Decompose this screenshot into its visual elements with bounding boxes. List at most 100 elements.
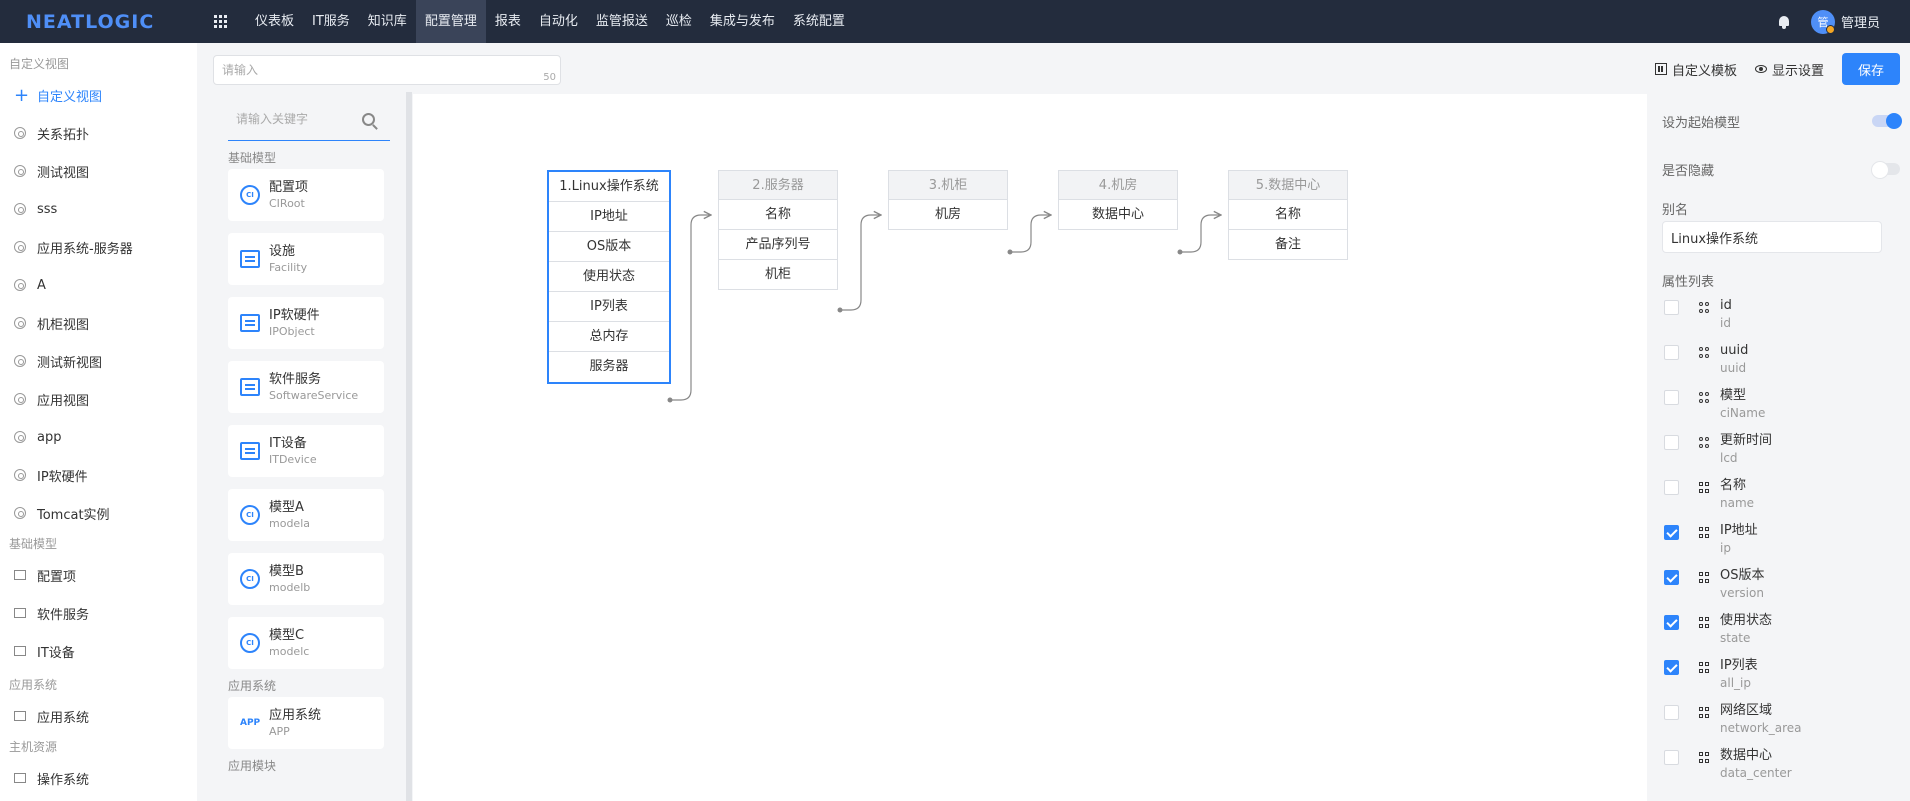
node-attribute[interactable]: 服务器 bbox=[549, 352, 669, 382]
user-name[interactable]: 管理员 bbox=[1841, 12, 1880, 31]
view-name-field[interactable]: 50 bbox=[213, 55, 561, 85]
save-button[interactable]: 保存 bbox=[1842, 53, 1900, 85]
attribute-checkbox[interactable] bbox=[1664, 480, 1679, 495]
node-attribute[interactable]: 机房 bbox=[888, 200, 1008, 230]
sidebar-item[interactable]: 软件服务 bbox=[0, 594, 197, 632]
nav-item[interactable]: 巡检 bbox=[657, 0, 701, 43]
ci-node[interactable]: 2.服务器 名称 产品序列号 机柜 bbox=[718, 170, 838, 290]
attribute-item[interactable]: OS版本 version bbox=[1647, 567, 1910, 612]
attribute-item[interactable]: 更新时间 lcd bbox=[1647, 432, 1910, 477]
attribute-checkbox[interactable] bbox=[1664, 660, 1679, 675]
attribute-checkbox[interactable] bbox=[1664, 345, 1679, 360]
nav-item[interactable]: 自动化 bbox=[530, 0, 587, 43]
attribute-item[interactable]: 使用状态 state bbox=[1647, 612, 1910, 657]
node-attribute[interactable]: 总内存 bbox=[549, 322, 669, 352]
sidebar: 自定义视图 + 自定义视图 关系拓扑 测试视图 sss 应用系统-服务器 A 机柜视图 测试… bbox=[0, 43, 197, 801]
attribute-checkbox[interactable] bbox=[1664, 750, 1679, 765]
start-model-toggle[interactable] bbox=[1872, 113, 1902, 129]
attribute-checkbox[interactable] bbox=[1664, 435, 1679, 450]
ci-node[interactable]: 3.机柜 机房 bbox=[888, 170, 1008, 230]
model-card[interactable]: CI 模型A modela bbox=[228, 489, 384, 541]
attribute-code: all_ip bbox=[1720, 676, 1751, 690]
model-card[interactable]: CI 模型C modelc bbox=[228, 617, 384, 669]
attribute-checkbox[interactable] bbox=[1664, 615, 1679, 630]
sidebar-item[interactable]: 应用系统 bbox=[0, 697, 197, 735]
node-attribute[interactable]: IP列表 bbox=[549, 292, 669, 322]
node-attribute[interactable]: 备注 bbox=[1228, 230, 1348, 260]
ci-node[interactable]: 5.数据中心 名称 备注 bbox=[1228, 170, 1348, 260]
model-card[interactable]: IT设备 ITDevice bbox=[228, 425, 384, 477]
model-card[interactable]: 设施 Facility bbox=[228, 233, 384, 285]
node-attribute[interactable]: IP地址 bbox=[549, 202, 669, 232]
attribute-item[interactable]: 模型 ciName bbox=[1647, 387, 1910, 432]
sidebar-item[interactable]: 测试新视图 bbox=[0, 342, 197, 380]
nav-item[interactable]: 配置管理 bbox=[415, 0, 486, 43]
attribute-checkbox[interactable] bbox=[1664, 705, 1679, 720]
attribute-item[interactable]: 网络区域 network_area bbox=[1647, 702, 1910, 747]
app-logo[interactable]: NEATLOGIC bbox=[0, 11, 200, 33]
topology-canvas[interactable]: 1.Linux操作系统 IP地址 OS版本 使用状态 IP列表 总内存 服务器 2.服务器 名称… bbox=[413, 94, 1647, 801]
node-attribute[interactable]: 名称 bbox=[718, 200, 838, 230]
search-icon[interactable] bbox=[362, 112, 375, 126]
attribute-item[interactable]: uuid uuid bbox=[1647, 342, 1910, 387]
sidebar-item[interactable]: IT设备 bbox=[0, 632, 197, 670]
model-code: modelc bbox=[269, 644, 310, 658]
ci-node[interactable]: 1.Linux操作系统 IP地址 OS版本 使用状态 IP列表 总内存 服务器 bbox=[547, 170, 671, 384]
attribute-item[interactable]: 数据中心 data_center bbox=[1647, 747, 1910, 792]
nav-item[interactable]: 知识库 bbox=[359, 0, 416, 43]
node-attribute[interactable]: 产品序列号 bbox=[718, 230, 838, 260]
model-search-input[interactable] bbox=[228, 112, 358, 126]
nav-item[interactable]: 监管报送 bbox=[587, 0, 657, 43]
model-code: modela bbox=[269, 516, 310, 530]
alias-input[interactable]: Linux操作系统 bbox=[1662, 221, 1882, 253]
sidebar-item[interactable]: 配置项 bbox=[0, 556, 197, 594]
sidebar-item[interactable]: 关系拓扑 bbox=[0, 114, 197, 152]
model-card[interactable]: CI 模型B modelb bbox=[228, 553, 384, 605]
bell-icon[interactable] bbox=[1777, 15, 1791, 29]
nav-item[interactable]: IT服务 bbox=[303, 0, 359, 43]
model-card[interactable]: CI 配置项 CIRoot bbox=[228, 169, 384, 221]
attribute-item[interactable]: 名称 name bbox=[1647, 477, 1910, 522]
view-name-input[interactable] bbox=[214, 56, 514, 84]
nav-item[interactable]: 集成与发布 bbox=[701, 0, 784, 43]
model-card[interactable]: 软件服务 SoftwareService bbox=[228, 361, 384, 413]
attribute-checkbox[interactable] bbox=[1664, 300, 1679, 315]
model-card[interactable]: IP软硬件 IPObject bbox=[228, 297, 384, 349]
nav-item[interactable]: 仪表板 bbox=[246, 0, 303, 43]
attribute-checkbox[interactable] bbox=[1664, 570, 1679, 585]
display-settings-button[interactable]: 显示设置 bbox=[1754, 60, 1824, 79]
attribute-item[interactable]: id id bbox=[1647, 297, 1910, 342]
node-attribute[interactable]: 数据中心 bbox=[1058, 200, 1178, 230]
model-search[interactable] bbox=[228, 98, 390, 141]
sidebar-item[interactable]: 测试视图 bbox=[0, 152, 197, 190]
node-attribute[interactable]: 使用状态 bbox=[549, 262, 669, 292]
node-attribute[interactable]: 名称 bbox=[1228, 200, 1348, 230]
node-attribute[interactable]: 机柜 bbox=[718, 260, 838, 290]
sidebar-item[interactable]: Tomcat实例 bbox=[0, 494, 197, 532]
attribute-checkbox[interactable] bbox=[1664, 525, 1679, 540]
apps-grid-icon[interactable] bbox=[214, 14, 228, 29]
node-attribute[interactable]: OS版本 bbox=[549, 232, 669, 262]
sidebar-item[interactable]: 操作系统 bbox=[0, 759, 197, 797]
model-card[interactable]: APP 应用系统 APP bbox=[228, 697, 384, 749]
custom-template-button[interactable]: 自定义模板 bbox=[1654, 60, 1737, 79]
sidebar-item[interactable]: A bbox=[0, 266, 197, 304]
panel-scrollbar[interactable] bbox=[406, 92, 412, 801]
ci-node[interactable]: 4.机房 数据中心 bbox=[1058, 170, 1178, 230]
attribute-item[interactable]: IP列表 all_ip bbox=[1647, 657, 1910, 702]
sidebar-item[interactable]: IP软硬件 bbox=[0, 456, 197, 494]
nav-item[interactable]: 系统配置 bbox=[784, 0, 854, 43]
sidebar-item[interactable]: 应用视图 bbox=[0, 380, 197, 418]
attribute-item[interactable]: IP地址 ip bbox=[1647, 522, 1910, 567]
attribute-checkbox[interactable] bbox=[1664, 390, 1679, 405]
avatar[interactable]: 管 bbox=[1810, 9, 1835, 34]
add-custom-view-button[interactable]: + 自定义视图 bbox=[0, 76, 197, 114]
server-icon bbox=[240, 250, 260, 268]
sidebar-item[interactable]: 机柜视图 bbox=[0, 304, 197, 342]
attribute-text: 名称 name bbox=[1720, 477, 1754, 512]
sidebar-item[interactable]: 应用系统-服务器 bbox=[0, 228, 197, 266]
sidebar-item[interactable]: sss bbox=[0, 190, 197, 228]
nav-item[interactable]: 报表 bbox=[486, 0, 530, 43]
sidebar-item[interactable]: app bbox=[0, 418, 197, 456]
hidden-toggle[interactable] bbox=[1871, 161, 1900, 179]
